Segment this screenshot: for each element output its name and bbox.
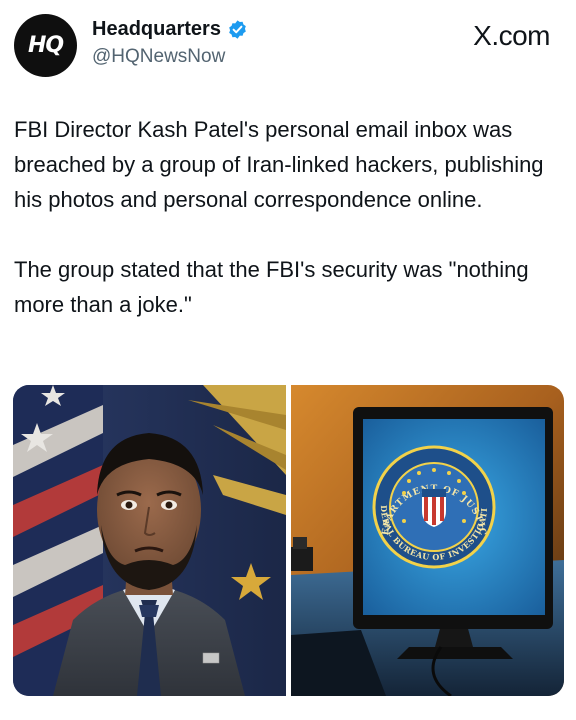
verified-badge-icon [227,19,248,40]
avatar-logo-text: HQ [27,33,64,58]
author-display-name[interactable]: Headquarters [92,18,221,41]
author-handle[interactable]: @HQNewsNow [92,46,225,68]
author-name-row: Headquarters [92,18,248,41]
tweet-media-grid: DEPARTMENT OF JUSTICE FEDERAL BUREAU OF … [13,385,564,696]
site-label: X.com [473,20,550,51]
tweet-body: FBI Director Kash Patel's personal email… [14,112,564,322]
media-photo-portrait[interactable] [13,385,286,696]
tweet-paragraph-1: FBI Director Kash Patel's personal email… [14,117,544,212]
avatar[interactable]: HQ [14,14,77,77]
media-photo-fbi-monitor[interactable]: DEPARTMENT OF JUSTICE FEDERAL BUREAU OF … [291,385,564,696]
tweet-paragraph-2: The group stated that the FBI's security… [14,257,529,317]
tweet-header: HQ Headquarters @HQNewsNow X.com [0,0,576,90]
